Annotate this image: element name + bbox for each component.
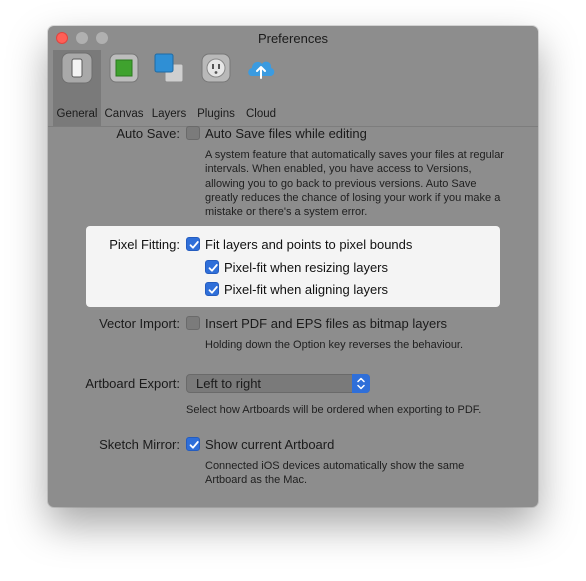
auto-save-option[interactable]: Auto Save files while editing	[205, 126, 367, 141]
toolbar: General Canvas Layers Plugins Cloud	[48, 50, 538, 126]
artboard-export-value: Left to right	[196, 376, 262, 391]
auto-save-checkbox[interactable]	[186, 126, 200, 140]
sketch-mirror-checkbox[interactable]	[186, 437, 200, 451]
tab-canvas[interactable]: Canvas	[102, 50, 146, 126]
artboard-export-label: Artboard Export:	[85, 376, 180, 391]
tab-plugins[interactable]: Plugins	[192, 50, 240, 126]
layers-icon	[153, 52, 185, 84]
tab-plugins-label: Plugins	[197, 108, 235, 120]
artboard-export-description: Select how Artboards will be ordered whe…	[186, 404, 482, 416]
tab-general-label: General	[56, 108, 98, 120]
tab-general[interactable]: General	[53, 50, 101, 126]
window-title: Preferences	[257, 31, 329, 46]
tab-canvas-label: Canvas	[104, 108, 144, 120]
phone-icon	[61, 52, 93, 84]
preferences-window: Preferences General Canvas Layers Plugin…	[48, 26, 538, 507]
vector-import-label: Vector Import:	[99, 316, 180, 331]
pixel-fitting-label: Pixel Fitting:	[109, 237, 180, 252]
tab-cloud[interactable]: Cloud	[240, 50, 282, 126]
pixel-fit-aligning-option[interactable]: Pixel-fit when aligning layers	[224, 282, 388, 297]
artboard-export-select[interactable]: Left to right	[186, 374, 370, 393]
tab-layers-label: Layers	[151, 108, 187, 120]
vector-import-option[interactable]: Insert PDF and EPS files as bitmap layer…	[205, 316, 447, 331]
sketch-mirror-description: Connected iOS devices automatically show…	[205, 460, 465, 487]
vector-import-checkbox[interactable]	[186, 316, 200, 330]
pixel-fit-resizing-checkbox[interactable]	[205, 260, 219, 274]
checkmark-icon	[208, 286, 218, 294]
title-bar: Preferences	[48, 26, 538, 50]
pixel-fitting-checkbox[interactable]	[186, 237, 200, 251]
sketch-mirror-option[interactable]: Show current Artboard	[205, 437, 334, 452]
plug-icon	[200, 52, 232, 84]
pixel-fitting-option[interactable]: Fit layers and points to pixel bounds	[205, 237, 412, 252]
checkmark-icon	[189, 441, 199, 449]
tab-layers[interactable]: Layers	[147, 50, 191, 126]
checkmark-icon	[189, 241, 199, 249]
vector-import-description: Holding down the Option key reverses the…	[205, 339, 464, 351]
chevron-up-down-icon	[352, 374, 370, 393]
canvas-icon	[108, 52, 140, 84]
checkmark-icon	[208, 264, 218, 272]
cloud-upload-icon	[245, 52, 277, 84]
sketch-mirror-label: Sketch Mirror:	[99, 437, 180, 452]
auto-save-label: Auto Save:	[116, 126, 180, 141]
auto-save-description: A system feature that automatically save…	[205, 149, 504, 219]
pixel-fit-aligning-checkbox[interactable]	[205, 282, 219, 296]
tab-cloud-label: Cloud	[245, 108, 277, 120]
pixel-fit-resizing-option[interactable]: Pixel-fit when resizing layers	[224, 260, 388, 275]
